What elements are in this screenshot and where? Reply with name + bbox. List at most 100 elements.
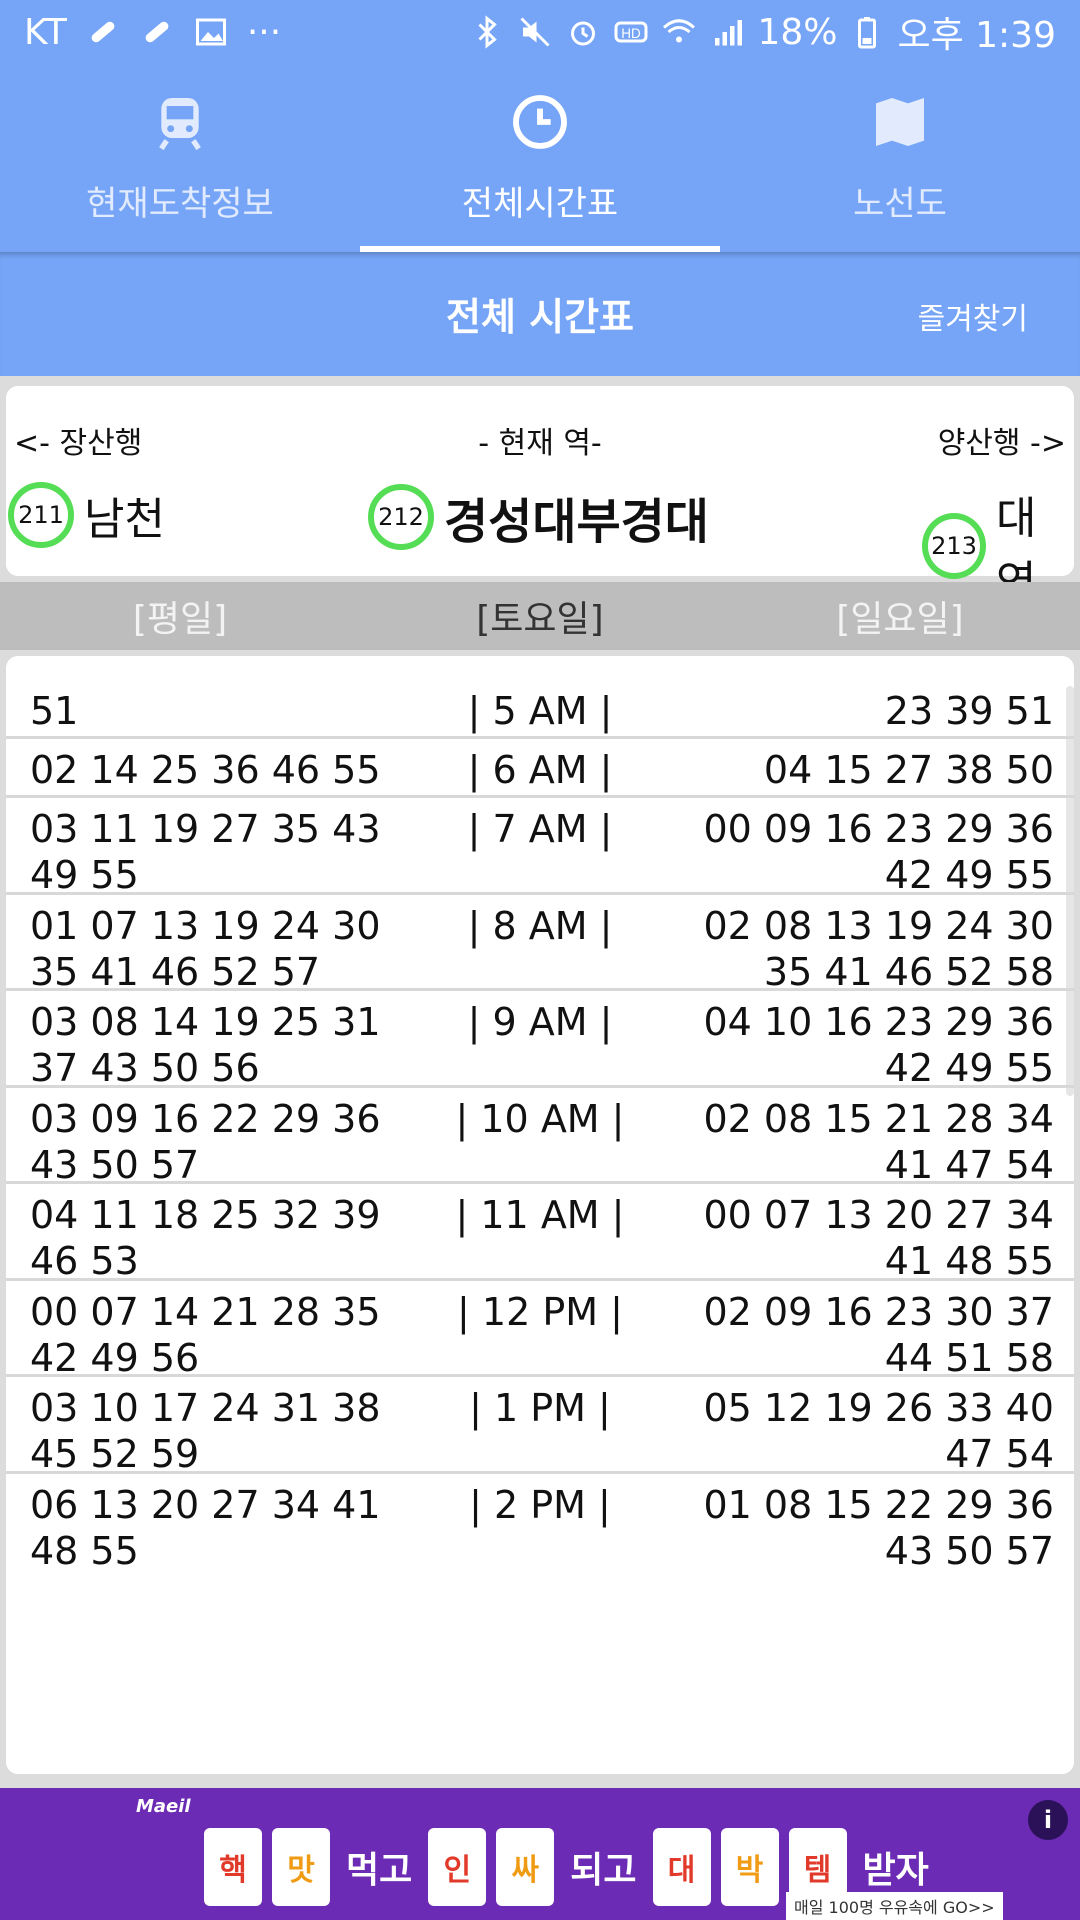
signal-icon xyxy=(715,20,743,46)
sunday-times-line: 02 09 16 23 30 37 xyxy=(703,1289,1054,1334)
ad-milk-carton: 대 xyxy=(652,1828,711,1906)
train-icon xyxy=(159,98,201,151)
ad-slogan-word: 되고 xyxy=(570,1850,637,1891)
sunday-times-line: 23 39 51 xyxy=(884,689,1054,733)
battery-percent: 18% xyxy=(757,11,838,53)
weekday-times-line: 02 14 25 36 46 55 xyxy=(30,748,381,792)
station-number-badge: 212 xyxy=(368,484,434,550)
sunday-times-line: 04 10 16 23 29 36 xyxy=(703,1000,1054,1044)
ad-milk-carton: 싸 xyxy=(496,1828,555,1906)
weekday-times-line: 37 43 50 56 xyxy=(30,1046,260,1090)
sunday-times-line: 04 15 27 38 50 xyxy=(763,748,1054,792)
bluetooth-icon xyxy=(478,15,498,49)
info-icon[interactable]: i xyxy=(1028,1800,1068,1840)
weekday-times-line: 45 52 59 xyxy=(30,1432,200,1476)
timetable-row: 00 07 14 21 28 35 42 49 56 | 12 PM | 02 09 … xyxy=(6,1281,1074,1381)
station-number-badge: 213 xyxy=(922,513,987,579)
tab-full-timetable-label: 전체시간표 xyxy=(461,184,619,224)
clock-icon xyxy=(513,95,567,149)
weekday-times-line: 43 50 57 xyxy=(30,1142,200,1187)
hour-label: | 2 PM | xyxy=(469,1482,611,1527)
timetable-row: 51 | 5 AM | 23 39 51 xyxy=(6,680,1074,739)
weekday-times: 03 11 19 27 35 43 49 55 xyxy=(30,806,410,898)
prev-station[interactable]: 211 남천 xyxy=(8,482,165,548)
wifi-icon xyxy=(663,19,696,43)
mute-icon xyxy=(520,17,551,47)
day-tab-sunday[interactable]: [일요일] xyxy=(720,590,1080,642)
day-tab-saturday[interactable]: [토요일] xyxy=(360,590,720,642)
sunday-times-line: 41 48 55 xyxy=(884,1239,1054,1283)
weekday-times: 06 13 20 27 34 41 48 55 xyxy=(30,1482,410,1574)
sunday-times-line: 01 08 15 22 29 36 xyxy=(703,1482,1054,1527)
sunday-times: 00 09 16 23 29 36 42 49 55 xyxy=(674,806,1054,898)
status-bar: KT ··· HD 18% 오후 1:39 xyxy=(0,0,1080,64)
page-header: 전체 시간표 즐겨찾기 xyxy=(0,252,1080,376)
sunday-times: 02 09 16 23 30 37 44 51 58 xyxy=(674,1289,1054,1381)
battery-icon xyxy=(858,17,877,49)
sunday-times-line: 41 47 54 xyxy=(884,1142,1054,1187)
day-tab-weekday[interactable]: [평일] xyxy=(0,590,360,642)
ad-milk-carton: 박 xyxy=(720,1828,779,1906)
sunday-times-line: 42 49 55 xyxy=(884,853,1054,897)
weekday-times-line: 49 55 xyxy=(30,853,139,897)
weekday-times-line: 51 xyxy=(30,689,79,733)
ad-milk-carton: 맛 xyxy=(272,1828,330,1906)
sunday-times-line: 00 07 13 20 27 34 xyxy=(703,1193,1054,1237)
timetable-row: 03 08 14 19 25 31 37 43 50 56 | 9 AM | 04 1… xyxy=(6,991,1074,1091)
weekday-times-line: 03 09 16 22 29 36 xyxy=(30,1096,381,1141)
sunday-times-line: 05 12 19 26 33 40 xyxy=(703,1386,1054,1430)
weekday-times: 51 xyxy=(30,688,410,734)
weekday-times-line: 46 53 xyxy=(30,1239,139,1283)
sunday-times: 23 39 51 xyxy=(674,688,1054,734)
current-station-label: - 현재 역- xyxy=(478,426,602,461)
sunday-times-line: 35 41 46 52 58 xyxy=(763,949,1054,994)
sunday-times: 00 07 13 20 27 34 41 48 55 xyxy=(674,1192,1054,1284)
alarm-icon xyxy=(571,21,596,46)
tab-full-timetable[interactable]: 전체시간표 xyxy=(360,64,720,252)
sunday-times: 01 08 15 22 29 36 43 50 57 xyxy=(674,1482,1054,1574)
tab-bar: 현재도착정보 전체시간표 노선도 xyxy=(0,64,1080,252)
sunday-times-line: 42 49 55 xyxy=(884,1046,1054,1090)
sunday-times: 04 10 16 23 29 36 42 49 55 xyxy=(674,999,1054,1091)
weekday-times-line: 04 11 18 25 32 39 xyxy=(30,1193,381,1237)
timetable-row: 04 11 18 25 32 39 46 53 | 11 AM | 00 07 13 … xyxy=(6,1184,1074,1284)
timetable-list[interactable]: 51 | 5 AM | 23 39 51 02 14 25 36 46 55 | 6 A… xyxy=(6,656,1074,1774)
tab-route-map[interactable]: 노선도 xyxy=(720,64,1080,252)
ad-cta[interactable]: 매일 100명 우유속에 GO>> xyxy=(786,1892,1003,1920)
weekday-times: 02 14 25 36 46 55 xyxy=(30,747,410,793)
weekday-times-line: 35 41 46 52 57 xyxy=(30,949,321,994)
timetable-row: 02 14 25 36 46 55 | 6 AM | 04 15 27 38 50 xyxy=(6,739,1074,798)
weekday-times: 04 11 18 25 32 39 46 53 xyxy=(30,1192,410,1284)
hour-label: | 6 AM | xyxy=(467,748,613,792)
favorite-button[interactable]: 즐겨찾기 xyxy=(918,294,1028,338)
weekday-times: 03 08 14 19 25 31 37 43 50 56 xyxy=(30,999,410,1091)
weekday-times-line: 03 10 17 24 31 38 xyxy=(30,1386,381,1430)
sunday-times-line: 44 51 58 xyxy=(884,1335,1054,1380)
station-number-badge: 211 xyxy=(8,482,74,548)
hour-label: | 8 AM | xyxy=(467,903,613,948)
map-icon xyxy=(876,98,924,146)
ad-banner[interactable]: Maeil 핵 맛 먹고 인 싸 되고 대 박 템 받자 매일 100명 우유속에 GO>> i xyxy=(0,1788,1080,1920)
carrier-label: KT xyxy=(24,11,67,53)
station-name: 경성대부경대 xyxy=(444,494,709,550)
direction-right-label[interactable]: 양산행 -> xyxy=(938,418,1066,462)
sunday-times: 05 12 19 26 33 40 47 54 xyxy=(674,1385,1054,1477)
hd-icon: HD xyxy=(614,21,648,43)
image-icon xyxy=(195,18,226,46)
sunday-times: 02 08 15 21 28 34 41 47 54 xyxy=(674,1096,1054,1188)
timetable-row: 03 11 19 27 35 43 49 55 | 7 AM | 00 09 16 2… xyxy=(6,798,1074,898)
sunday-times: 02 08 13 19 24 30 35 41 46 52 58 xyxy=(674,903,1054,995)
weekday-times-line: 03 11 19 27 35 43 xyxy=(30,807,381,851)
clock-time: 오후 1:39 xyxy=(897,15,1056,56)
station-card: <- 장산행 - 현재 역- 양산행 -> 211 남천 212 경성대부경대 … xyxy=(6,386,1074,608)
timetable-row: 06 13 20 27 34 41 48 55 | 2 PM | 01 08 15 2… xyxy=(6,1474,1074,1574)
ad-brand-logo: Maeil xyxy=(136,1796,191,1817)
tab-arrival-info[interactable]: 현재도착정보 xyxy=(0,64,360,252)
weekday-times-line: 00 07 14 21 28 35 xyxy=(30,1289,381,1334)
weekday-times: 01 07 13 19 24 30 35 41 46 52 57 xyxy=(30,903,410,995)
hour-label: | 10 AM | xyxy=(455,1096,625,1141)
weekday-times: 03 10 17 24 31 38 45 52 59 xyxy=(30,1385,410,1477)
current-station: 212 경성대부경대 xyxy=(368,482,709,552)
weekday-times-line: 48 55 xyxy=(30,1528,139,1573)
hour-label: | 1 PM | xyxy=(469,1386,611,1430)
